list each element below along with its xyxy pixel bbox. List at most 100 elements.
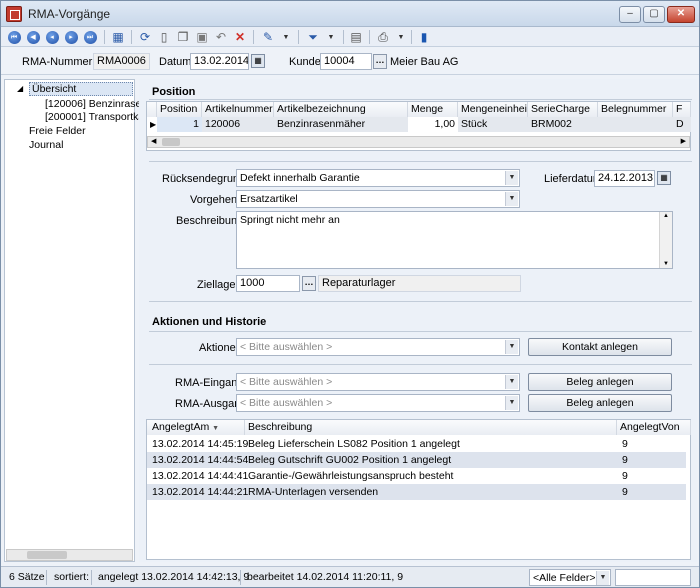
created-info: angelegt 13.02.2014 14:42:13, 9 — [98, 571, 250, 583]
save-icon[interactable]: ▣ — [194, 29, 210, 45]
filter-dropdown-icon[interactable]: ▼ — [323, 29, 339, 45]
kunde-lookup-button[interactable]: … — [373, 54, 387, 69]
close-window-button[interactable]: ✕ — [667, 6, 695, 23]
status-search-field[interactable] — [615, 569, 691, 586]
cell-position[interactable]: 1 — [157, 117, 202, 132]
collapse-icon[interactable]: ◢ — [17, 84, 23, 93]
eingang-beleg-anlegen-button[interactable]: Beleg anlegen — [528, 373, 672, 391]
column-header[interactable]: Mengeneinheit — [458, 102, 528, 117]
table-row[interactable]: 13.02.2014 14:44:54 Beleg Gutschrift GU0… — [147, 452, 686, 468]
column-header[interactable]: SerieCharge — [528, 102, 598, 117]
new-record-icon[interactable]: ▯ — [156, 29, 172, 45]
book-icon[interactable]: ▮ — [416, 29, 432, 45]
chevron-down-icon: ▼ — [505, 340, 518, 354]
aktionen-select[interactable]: < Bitte auswählen > ▼ — [236, 338, 520, 356]
position-section-title: Position — [152, 86, 196, 98]
field-filter-select[interactable]: <Alle Felder> ▼ — [529, 569, 611, 586]
ausgang-beleg-anlegen-button[interactable]: Beleg anlegen — [528, 394, 672, 412]
column-header[interactable]: AngelegtVon — [617, 420, 691, 435]
ruecksendegrund-label: Rücksendegrund — [162, 173, 246, 185]
toolbar: ⏮ ◀ ◂ ▸ ⏭ ▦ ⟳ ▯ ❐ ▣ ↶ ✕ ✎ ▼ ⏷ ▼ ▤ ⎙ ▼ ▮ — [1, 27, 699, 47]
print-dropdown-icon[interactable]: ▼ — [393, 29, 409, 45]
navigation-tree: ◢ Übersicht [120006] Benzinrasen [200001… — [4, 79, 147, 562]
table-row[interactable]: 13.02.2014 14:45:19 Beleg Lieferschein L… — [147, 436, 686, 452]
column-header[interactable]: Position — [157, 102, 202, 117]
kunde-name: Meier Bau AG — [390, 56, 459, 68]
filter-icon[interactable]: ⏷ — [305, 29, 321, 45]
title-bar: RMA-Vorgänge – ▢ ✕ — [1, 1, 699, 27]
kontakt-anlegen-button[interactable]: Kontakt anlegen — [528, 338, 672, 356]
column-header[interactable]: Beschreibung — [245, 420, 617, 435]
minimize-button[interactable]: – — [619, 6, 641, 23]
window-title: RMA-Vorgänge — [28, 7, 111, 21]
tree-item-position-1[interactable]: [120006] Benzinrasen — [45, 98, 147, 110]
ruecksendegrund-select[interactable]: Defekt innerhalb Garantie ▼ — [236, 169, 520, 187]
table-view-icon[interactable]: ▦ — [110, 29, 126, 45]
table-row[interactable]: 13.02.2014 14:44:21 RMA-Unterlagen verse… — [147, 484, 686, 500]
datum-field[interactable]: 13.02.2014 — [190, 53, 249, 70]
document-icon[interactable]: ▤ — [348, 29, 364, 45]
search-icon[interactable]: ✎ — [260, 29, 276, 45]
chevron-down-icon: ▼ — [505, 192, 518, 206]
cell-seriecharge[interactable]: BRM002 — [528, 117, 598, 132]
tree-item-uebersicht[interactable]: Übersicht — [29, 82, 133, 96]
beschreibung-scrollbar[interactable]: ▲ ▼ — [659, 212, 672, 268]
search-dropdown-icon[interactable]: ▼ — [278, 29, 294, 45]
tree-horizontal-scrollbar[interactable] — [6, 549, 133, 561]
previous-record-icon[interactable]: ◂ — [44, 29, 60, 45]
previous-page-icon[interactable]: ◀ — [25, 29, 41, 45]
next-record-icon[interactable]: ▸ — [63, 29, 79, 45]
tree-item-journal[interactable]: Journal — [29, 139, 63, 151]
delete-icon[interactable]: ✕ — [232, 29, 248, 45]
ziellager-field[interactable]: 1000 — [236, 275, 300, 292]
header-row: RMA-Nummer RMA0006 Datum 13.02.2014 ▦ Ku… — [1, 49, 699, 75]
history-grid: AngelegtAm ▼ Beschreibung AngelegtVon 13… — [146, 419, 691, 560]
calendar-icon[interactable]: ▦ — [251, 54, 265, 68]
cell-belegnummer[interactable] — [598, 117, 673, 132]
record-count: 6 Sätze — [9, 571, 45, 583]
column-header[interactable]: Belegnummer — [598, 102, 673, 117]
cell-mengeneinheit[interactable]: Stück — [458, 117, 528, 132]
app-icon — [6, 6, 22, 22]
cell-artikelnummer[interactable]: 120006 — [202, 117, 274, 132]
refresh-icon[interactable]: ⟳ — [137, 29, 153, 45]
maximize-button[interactable]: ▢ — [643, 6, 665, 23]
row-indicator-icon: ▶ — [150, 120, 157, 129]
chevron-down-icon: ▼ — [596, 571, 609, 585]
column-header[interactable]: Artikelbezeichnung — [274, 102, 408, 117]
position-grid-scrollbar[interactable]: ◀ ▶ — [147, 136, 690, 148]
chevron-down-icon: ▼ — [505, 375, 518, 389]
cell-artikelbezeichnung[interactable]: Benzinrasenmäher — [274, 117, 408, 132]
rma-eingang-label: RMA-Eingang — [175, 377, 244, 389]
vorgehen-select[interactable]: Ersatzartikel ▼ — [236, 190, 520, 208]
actions-section-title: Aktionen und Historie — [152, 316, 267, 328]
column-header-angelegtam[interactable]: AngelegtAm ▼ — [147, 420, 245, 435]
undo-icon[interactable]: ↶ — [213, 29, 229, 45]
ziellager-lookup-button[interactable]: … — [302, 276, 316, 291]
rma-ausgang-select[interactable]: < Bitte auswählen > ▼ — [236, 394, 520, 412]
ziellager-label: Ziellager — [197, 279, 240, 291]
chevron-down-icon: ▼ — [505, 396, 518, 410]
tree-item-freie-felder[interactable]: Freie Felder — [29, 125, 86, 137]
copy-icon[interactable]: ❐ — [175, 29, 191, 45]
first-record-icon[interactable]: ⏮ — [6, 29, 22, 45]
print-icon[interactable]: ⎙ — [375, 29, 391, 45]
kunde-field[interactable]: 10004 — [320, 53, 372, 70]
table-row[interactable]: 13.02.2014 14:44:41 Garantie-/Gewährleis… — [147, 468, 686, 484]
modified-info: bearbeitet 14.02.2014 11:20:11, 9 — [247, 571, 404, 583]
column-header[interactable]: F — [673, 102, 691, 117]
beschreibung-textarea[interactable]: Springt nicht mehr an ▲ ▼ — [236, 211, 673, 269]
column-header[interactable]: Menge — [408, 102, 458, 117]
detail-panel: Position Position Artikelnummer Artikelb… — [139, 79, 697, 562]
rma-number-field[interactable]: RMA0006 — [93, 53, 150, 70]
datum-label: Datum — [159, 56, 192, 68]
rma-number-label: RMA-Nummer — [22, 56, 93, 68]
cell-menge[interactable]: 1,00 — [408, 117, 458, 132]
rma-eingang-select[interactable]: < Bitte auswählen > ▼ — [236, 373, 520, 391]
lieferdatum-field[interactable]: 24.12.2013 — [594, 170, 655, 187]
cell-f[interactable]: D — [673, 117, 691, 132]
calendar-icon[interactable]: ▦ — [657, 171, 671, 185]
column-header[interactable]: Artikelnummer — [202, 102, 274, 117]
last-record-icon[interactable]: ⏭ — [82, 29, 98, 45]
tree-item-position-2[interactable]: [200001] Transportka — [45, 111, 144, 123]
